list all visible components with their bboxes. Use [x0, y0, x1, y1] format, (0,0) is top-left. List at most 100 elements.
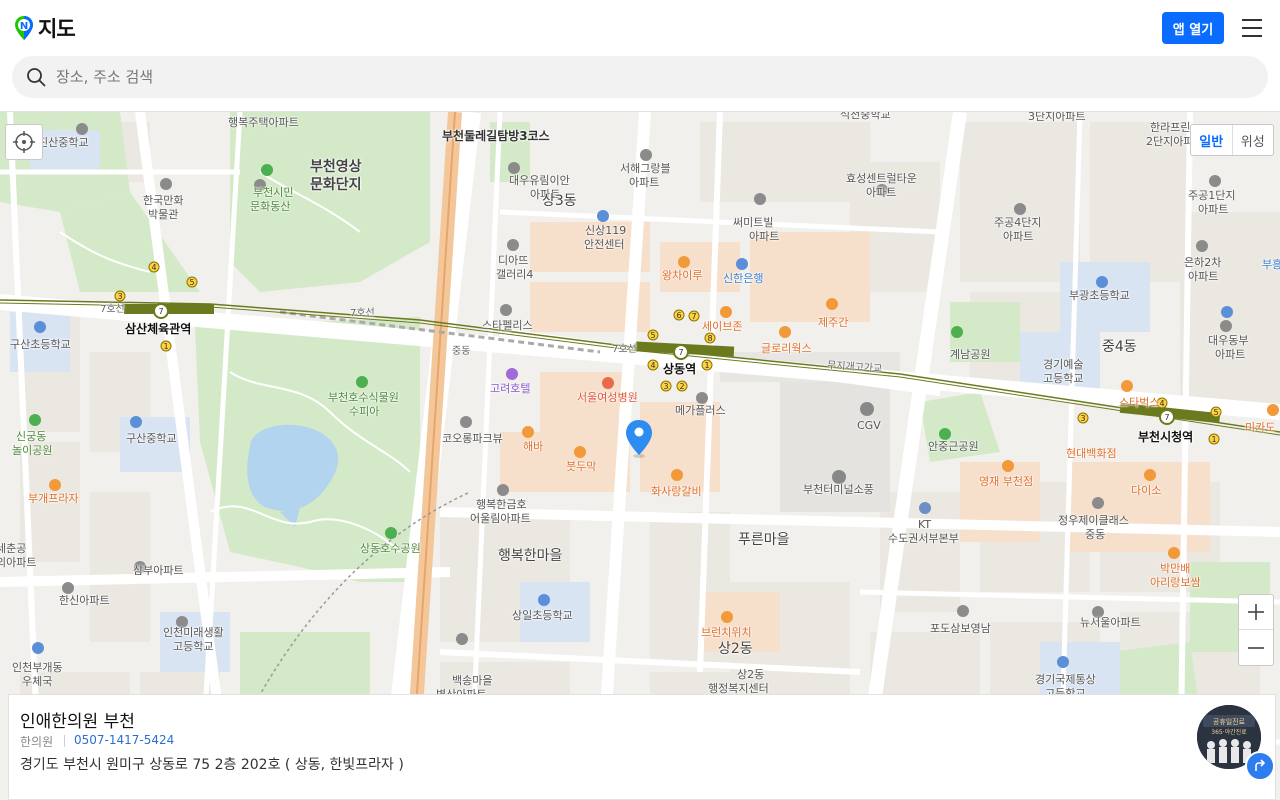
app-open-button[interactable]: 앱 열기	[1162, 12, 1224, 44]
map-label[interactable]: 아파트	[1188, 270, 1218, 284]
map-label[interactable]: 아리랑보쌈	[1150, 576, 1201, 590]
map-label[interactable]: 메가플러스	[675, 404, 726, 418]
map-label[interactable]: 아파트	[1198, 203, 1228, 217]
zoom-out-button[interactable]	[1239, 630, 1273, 665]
station-label[interactable]: 삼산체육관역	[125, 322, 191, 336]
map-label[interactable]: 인천부개동	[12, 661, 63, 675]
map-label[interactable]: 부천영상	[310, 160, 362, 174]
map-label[interactable]: 뉴서울아파트	[1080, 616, 1141, 630]
map-label[interactable]: 부천터미널소풍	[803, 483, 874, 497]
map-label[interactable]: 행복한마을	[498, 549, 562, 563]
map-label[interactable]: 행복주택아파트	[228, 116, 299, 130]
map-label[interactable]: 대우동부	[1208, 334, 1248, 348]
station-label[interactable]: 부천시청역	[1138, 430, 1193, 444]
map-label[interactable]: 코오롱파크뷰	[442, 432, 503, 446]
map-label[interactable]: 디아뜨	[498, 254, 528, 268]
map-label[interactable]: KT	[918, 518, 931, 532]
map-label[interactable]: 안전센터	[584, 238, 624, 252]
map-label[interactable]: 부광초등학교	[1069, 289, 1130, 303]
map-label[interactable]: 아파트	[866, 186, 896, 200]
map-label[interactable]: 박만배	[1160, 562, 1190, 576]
map-label[interactable]: 영재 부천점	[979, 475, 1033, 489]
map-label[interactable]: 스타펠리스	[482, 319, 533, 333]
map-label[interactable]: 브런치위치	[701, 626, 752, 640]
map-label[interactable]: 왕차이루	[662, 269, 702, 283]
map-label[interactable]: 의아파트	[0, 556, 36, 570]
place-info-card[interactable]: 인애한의원 부천 한의원 0507-1417-5424 경기도 부천시 원미구 …	[8, 694, 1276, 800]
map-label[interactable]: 3단지아파트	[1028, 112, 1086, 124]
map-label[interactable]: 신한은행	[723, 272, 763, 286]
map-label[interactable]: 행복한금호	[476, 498, 527, 512]
map-label[interactable]: 세춘공	[0, 542, 26, 556]
search-bar[interactable]	[12, 56, 1268, 98]
map-label[interactable]: CGV	[857, 419, 881, 433]
map-label[interactable]: 중4동	[1102, 340, 1137, 354]
map-label[interactable]: 상3동	[542, 194, 577, 208]
map-label[interactable]: 미카도	[1245, 421, 1275, 435]
map-label[interactable]: 부천호수식물원	[328, 391, 399, 405]
map-type-satellite-button[interactable]: 위성	[1233, 125, 1274, 155]
map-label[interactable]: 푸른마을	[738, 533, 790, 547]
map-label[interactable]: 스타벅스	[1119, 396, 1159, 410]
map-label[interactable]: 현대백화점	[1066, 447, 1117, 461]
map-label[interactable]: 대우유림이안	[509, 174, 570, 188]
hamburger-menu-icon[interactable]	[1240, 17, 1264, 39]
map-label[interactable]: 삼부아파트	[133, 564, 184, 578]
map-label[interactable]: 박물관	[148, 208, 178, 222]
map-label[interactable]: 계남공원	[950, 348, 990, 362]
map-label[interactable]: 부흥	[1262, 258, 1280, 272]
map-label[interactable]: 부개프라자	[28, 492, 79, 506]
map-label[interactable]: 은하2차	[1184, 256, 1221, 270]
map-label[interactable]: 아파트	[1215, 348, 1245, 362]
map-label[interactable]: 서울여성병원	[577, 391, 638, 405]
map-label[interactable]: 한라프린	[1150, 121, 1190, 135]
map-label[interactable]: 다이소	[1131, 484, 1161, 498]
map-label[interactable]: 아파트	[749, 230, 779, 244]
search-input[interactable]	[56, 64, 1246, 90]
map-label[interactable]: 아파트	[629, 176, 659, 190]
logo[interactable]: N 지도	[14, 14, 76, 42]
map-label[interactable]: 수피아	[349, 405, 379, 419]
map-label[interactable]: 경기국제통상	[1035, 673, 1096, 687]
map-label[interactable]: 부천둘레길탐방3코스	[442, 129, 550, 143]
zoom-in-button[interactable]	[1239, 595, 1273, 630]
map-label[interactable]: 고려호텔	[490, 382, 530, 396]
map-label[interactable]: 구산중학교	[126, 432, 177, 446]
map-label[interactable]: 안중근공원	[928, 440, 979, 454]
map-label[interactable]: 포도삼보영남	[930, 622, 991, 636]
map-type-general-button[interactable]: 일반	[1191, 125, 1233, 155]
map-label[interactable]: 서해그랑블	[620, 162, 671, 176]
map-label[interactable]: 화사랑갈비	[651, 485, 702, 499]
station-label[interactable]: 상동역	[663, 362, 696, 376]
map-label[interactable]: 중동	[1085, 528, 1105, 542]
map-label[interactable]: 주공4단지	[994, 216, 1041, 230]
map-label[interactable]: 상2동	[718, 642, 753, 656]
map-label[interactable]: 제주간	[818, 316, 848, 330]
map-label[interactable]: 우체국	[22, 675, 52, 689]
map-label[interactable]: 글로리웍스	[761, 342, 812, 356]
map-label[interactable]: 세이브존	[702, 320, 742, 334]
map-label[interactable]: 수도권서부본부	[888, 532, 959, 546]
map-label[interactable]: 백송마을	[452, 674, 492, 688]
map-label[interactable]: 한신아파트	[59, 594, 110, 608]
map-label[interactable]: 경기예술	[1043, 358, 1083, 372]
map-label[interactable]: 신상119	[585, 224, 626, 238]
map-label[interactable]: 고등학교	[173, 640, 213, 654]
share-button[interactable]	[1245, 751, 1275, 781]
place-phone-link[interactable]: 0507-1417-5424	[74, 733, 174, 747]
map-label[interactable]: 정우제이클래스	[1058, 514, 1129, 528]
map-label[interactable]: 고등학교	[1043, 372, 1083, 386]
map-label[interactable]: 진산중학교	[38, 136, 89, 150]
map-label[interactable]: 붓두막	[566, 460, 596, 474]
map-label[interactable]: 어울림아파트	[470, 512, 531, 526]
map-label[interactable]: 문화동산	[250, 200, 290, 214]
map-label[interactable]: 구산초등학교	[10, 338, 71, 352]
map-label[interactable]: 주공1단지	[1188, 189, 1235, 203]
map-label[interactable]: 아파트	[1003, 230, 1033, 244]
map-label[interactable]: 석천중학교	[840, 112, 891, 122]
map-label[interactable]: 부천시민	[253, 186, 293, 200]
map-label[interactable]: 써미트빌	[733, 216, 773, 230]
place-name[interactable]: 인애한의원 부천	[20, 707, 135, 732]
map-label[interactable]: 인천미래생활	[163, 626, 224, 640]
map-label[interactable]: 신궁동	[16, 430, 46, 444]
